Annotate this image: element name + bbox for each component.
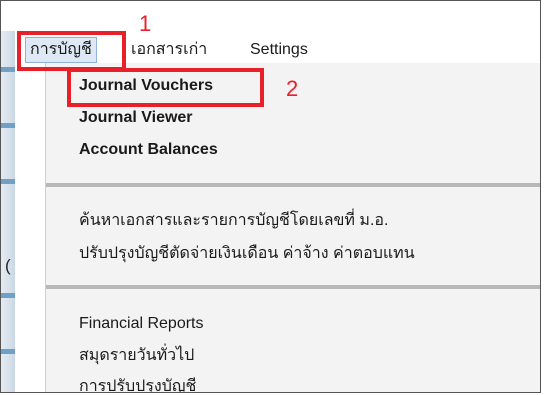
strip-marker [1, 179, 15, 184]
strip-marker [1, 123, 15, 128]
strip-marker [1, 349, 15, 354]
menu-item-journal-viewer[interactable]: Journal Viewer [79, 105, 193, 131]
menu-separator [46, 285, 540, 289]
menu-item-financial-reports[interactable]: Financial Reports [79, 311, 204, 337]
strip-marker [1, 293, 15, 298]
callout-number-1: 1 [139, 11, 152, 36]
menu-item-account-adjustment[interactable]: การปรับปรุงบัญชี [79, 374, 196, 392]
menu-item-account-balances[interactable]: Account Balances [79, 137, 218, 163]
app-window: ( การบัญชี เอกสารเก่า Settings Journal V… [0, 0, 541, 393]
highlight-box-journal-vouchers [67, 68, 264, 107]
callout-number-2: 2 [286, 76, 299, 101]
menu-item-general-journal[interactable]: สมุดรายวันทั่วไป [79, 343, 194, 369]
highlight-box-accounting-menu [17, 31, 126, 71]
menu-item-search-documents[interactable]: ค้นหาเอกสารและรายการบัญชีโดยเลขที่ ม.อ. [79, 208, 388, 234]
menu-old-documents[interactable]: เอกสารเก่า [127, 37, 211, 63]
strip-marker [1, 67, 15, 72]
menu-item-salary-adjustment[interactable]: ปรับปรุงบัญชีตัดจ่ายเงินเดือน ค่าจ้าง ค่… [79, 241, 415, 267]
menu-settings[interactable]: Settings [246, 37, 312, 63]
accounting-dropdown-menu: Journal Vouchers Journal Viewer Account … [45, 63, 540, 392]
strip-glyph: ( [5, 256, 11, 275]
menu-separator [46, 183, 540, 187]
background-window-strip: ( [1, 31, 15, 392]
